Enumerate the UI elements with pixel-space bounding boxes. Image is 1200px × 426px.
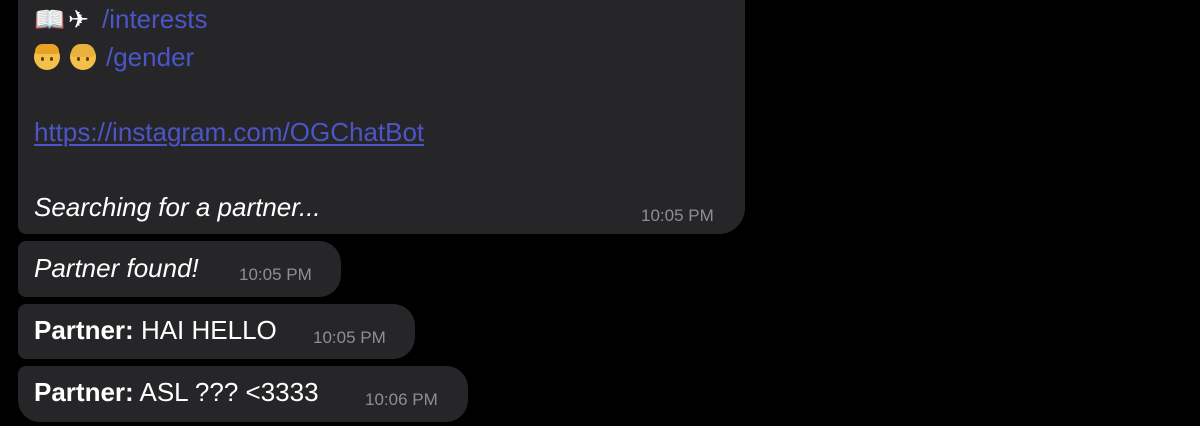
- partner-found-message: Partner found! 10:05 PM: [18, 241, 341, 297]
- gender-command-link[interactable]: /gender: [106, 42, 194, 72]
- message-timestamp: 10:05 PM: [239, 265, 312, 284]
- chat-view: 📖 ✈ /interests /gender https://instagram.c…: [0, 0, 1200, 426]
- partner-found-text: Partner found!: [34, 253, 199, 283]
- message-timestamp: 10:05 PM: [641, 206, 714, 225]
- gender-line: /gender: [34, 42, 194, 72]
- partner-message: Partner: HAI HELLO 10:05 PM: [18, 304, 415, 359]
- message-timestamp: 10:06 PM: [365, 390, 438, 409]
- message-text-line: Partner: ASL ??? <3333: [34, 377, 319, 407]
- girl-face-icon: [70, 44, 96, 70]
- sender-label: Partner:: [34, 315, 134, 345]
- sender-label: Partner:: [34, 377, 134, 407]
- interests-line: 📖 ✈ /interests: [34, 4, 208, 35]
- airplane-icon: ✈: [68, 5, 89, 34]
- boy-face-icon: [34, 44, 60, 70]
- message-text: HAI HELLO: [140, 315, 277, 345]
- instagram-link[interactable]: https://instagram.com/OGChatBot: [34, 117, 424, 147]
- instagram-link-line: https://instagram.com/OGChatBot: [34, 117, 424, 147]
- open-book-icon: 📖: [34, 5, 66, 34]
- message-timestamp: 10:05 PM: [313, 328, 386, 347]
- interests-command-link[interactable]: /interests: [102, 4, 208, 34]
- searching-status: Searching for a partner...: [34, 192, 321, 222]
- message-text-line: Partner: HAI HELLO: [34, 315, 277, 345]
- message-text: ASL ??? <3333: [139, 377, 319, 407]
- partner-message: Partner: ASL ??? <3333 10:06 PM: [18, 366, 468, 422]
- bot-intro-message: 📖 ✈ /interests /gender https://instagram.c…: [18, 0, 745, 234]
